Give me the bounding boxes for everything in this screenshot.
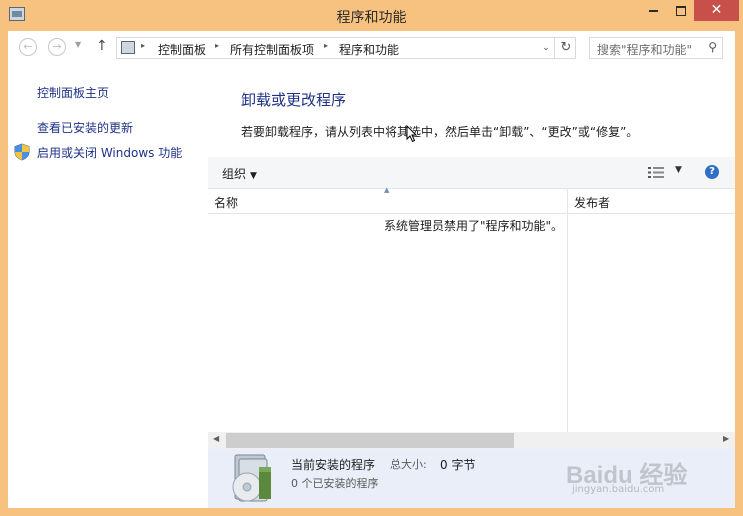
client-area: ← → ▼ ↑ ▸ 控制面板 ▸ 所有控制面板项 ▸ 程序和功能 ⌄ ↻ 搜索"…	[8, 31, 735, 508]
details-view-icon[interactable]	[648, 166, 664, 179]
sidebar-item-windows-features[interactable]: 启用或关闭 Windows 功能	[37, 144, 182, 161]
window-title: 程序和功能	[336, 10, 407, 26]
breadcrumb-separator-icon[interactable]: ▸	[324, 41, 328, 50]
breadcrumb-separator-icon[interactable]: ▸	[141, 41, 145, 50]
breadcrumb-all-items[interactable]: 所有控制面板项	[230, 41, 314, 58]
help-icon[interactable]: ?	[705, 165, 719, 179]
software-package-icon	[232, 454, 271, 502]
page-title: 卸载或更改程序	[241, 91, 347, 109]
title-bar[interactable]: 程序和功能 ✕	[0, 0, 743, 31]
minimize-button[interactable]	[640, 0, 667, 21]
sidebar-item-control-panel-home[interactable]: 控制面板主页	[37, 84, 109, 101]
search-input[interactable]: 搜索"程序和功能" ⚲	[589, 37, 723, 59]
installed-count: 0 个已安装的程序	[291, 477, 379, 490]
scroll-right-icon[interactable]: ▶	[723, 434, 729, 443]
organize-button[interactable]: 组织 ▼	[222, 165, 257, 182]
command-bar: 组织 ▼ ▼ ?	[208, 157, 735, 189]
minimize-icon	[649, 9, 658, 12]
organize-label: 组织	[222, 167, 247, 181]
maximize-icon	[675, 5, 686, 16]
refresh-button[interactable]: ↻	[554, 38, 577, 58]
view-options-dropdown[interactable]: ▼	[675, 165, 682, 175]
address-bar[interactable]: ▸ 控制面板 ▸ 所有控制面板项 ▸ 程序和功能 ⌄ ↻	[116, 37, 576, 59]
breadcrumb-control-panel[interactable]: 控制面板	[158, 41, 206, 58]
sidebar-item-view-installed-updates[interactable]: 查看已安装的更新	[37, 119, 133, 136]
back-button[interactable]: ←	[19, 38, 37, 56]
control-panel-icon	[121, 41, 135, 54]
column-header-name[interactable]: 名称	[214, 194, 238, 211]
sidebar: 控制面板主页 查看已安装的更新 启用或关闭 Windows 功能	[8, 65, 206, 508]
search-placeholder: 搜索"程序和功能"	[597, 43, 693, 57]
sort-ascending-icon: ▲	[384, 186, 390, 194]
maximize-button[interactable]	[667, 0, 694, 21]
search-icon[interactable]: ⚲	[708, 40, 717, 54]
navigation-bar: ← → ▼ ↑ ▸ 控制面板 ▸ 所有控制面板项 ▸ 程序和功能 ⌄ ↻ 搜索"…	[8, 31, 735, 65]
column-divider[interactable]	[567, 189, 568, 432]
uac-shield-icon	[14, 143, 30, 161]
horizontal-scrollbar[interactable]: ◀ ▶	[208, 432, 735, 449]
mouse-cursor-icon	[406, 125, 418, 143]
total-size-value: 0 字节	[440, 458, 476, 472]
total-size-label: 总大小:	[390, 458, 427, 471]
details-title: 当前安装的程序	[291, 458, 376, 472]
up-button[interactable]: ↑	[96, 38, 108, 54]
close-icon: ✕	[710, 2, 723, 18]
address-dropdown-button[interactable]: ⌄	[538, 38, 554, 58]
breadcrumb-programs-features[interactable]: 程序和功能	[339, 41, 399, 58]
empty-list-message: 系统管理员禁用了"程序和功能"。	[384, 219, 564, 233]
scroll-left-icon[interactable]: ◀	[213, 434, 219, 443]
column-header-publisher[interactable]: 发布者	[574, 194, 610, 211]
forward-button[interactable]: →	[48, 38, 66, 56]
breadcrumb-separator-icon[interactable]: ▸	[215, 41, 219, 50]
recent-locations-button[interactable]: ▼	[75, 40, 81, 49]
chevron-down-icon: ▼	[250, 171, 257, 181]
column-header-row: ▲ 名称 发布者	[208, 186, 735, 214]
window: 程序和功能 ✕ ← → ▼ ↑ ▸ 控制面板 ▸ 所有控制面板项 ▸ 程序和功能…	[0, 0, 743, 516]
close-button[interactable]: ✕	[694, 0, 739, 21]
watermark-url: jingyan.baidu.com	[572, 484, 665, 495]
scrollbar-thumb[interactable]	[226, 433, 514, 448]
page-description: 若要卸载程序，请从列表中将其选中，然后单击“卸载”、“更改”或“修复”。	[241, 125, 639, 139]
